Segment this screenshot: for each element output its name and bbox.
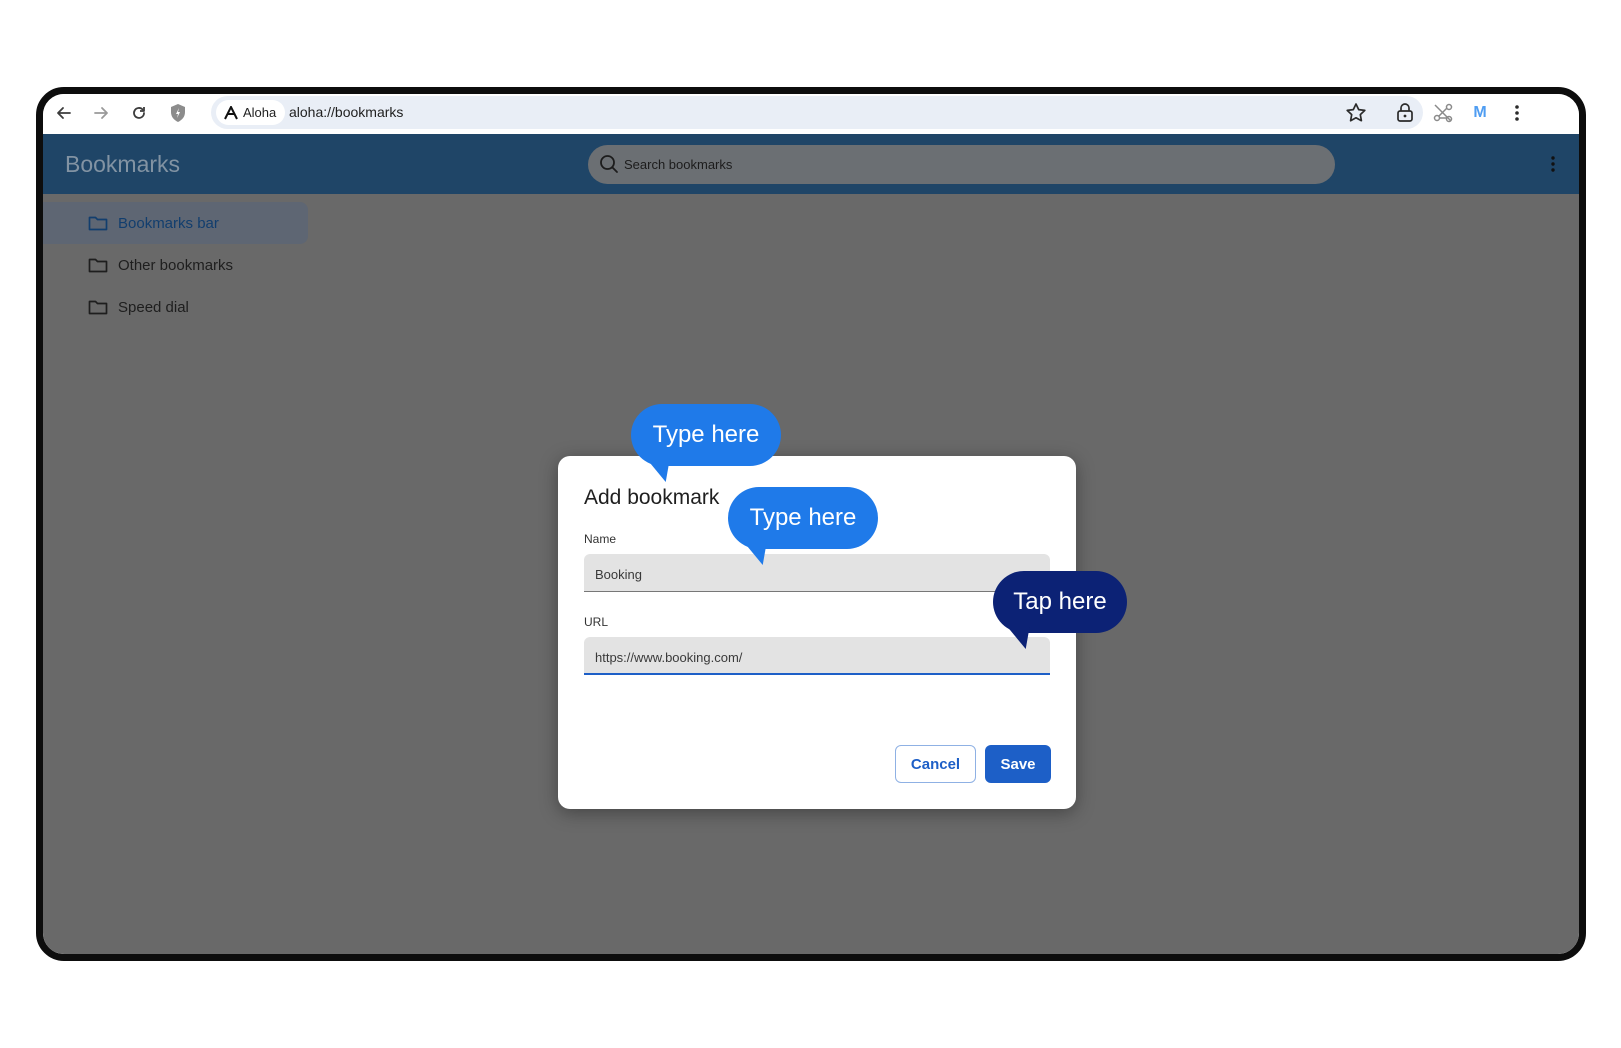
- url-field[interactable]: https://www.booking.com/: [584, 637, 1050, 675]
- url-label: URL: [584, 615, 609, 629]
- name-field[interactable]: Booking: [584, 554, 1050, 592]
- sidebar-item-label: Bookmarks bar: [118, 214, 219, 232]
- browser-toolbar: Aloha aloha://bookmarks M: [43, 94, 1579, 134]
- save-button[interactable]: Save: [985, 745, 1051, 783]
- callout-text: Type here: [749, 504, 857, 531]
- sidebar-item-label: Other bookmarks: [118, 256, 234, 274]
- folder-icon: [88, 300, 108, 315]
- aloha-logo-icon: [224, 105, 238, 119]
- profile-avatar[interactable]: M: [1467, 100, 1493, 126]
- site-chip-label: Aloha: [243, 105, 277, 120]
- search-icon: [600, 155, 618, 173]
- cancel-button[interactable]: Cancel: [895, 745, 976, 783]
- more-options-icon[interactable]: [1549, 154, 1557, 174]
- folder-icon: [88, 216, 108, 231]
- sidebar-item-label: Speed dial: [118, 298, 189, 316]
- app-header: Bookmarks Search bookmarks: [43, 134, 1579, 194]
- callout-name-field: Type here: [631, 404, 781, 482]
- callout-text: Tap here: [1013, 588, 1107, 615]
- back-icon[interactable]: [51, 100, 77, 126]
- folder-icon: [88, 258, 108, 273]
- sidebar-item-bookmarks-bar[interactable]: Bookmarks bar: [43, 202, 308, 244]
- callout-save-button: Tap here: [993, 571, 1127, 649]
- callout-url-field: Type here: [728, 487, 878, 565]
- address-bar[interactable]: Aloha aloha://bookmarks: [211, 96, 1423, 129]
- page-title: Bookmarks: [65, 151, 181, 177]
- site-info-chip[interactable]: Aloha: [216, 100, 286, 125]
- bookmark-star-icon[interactable]: [1343, 100, 1369, 126]
- dialog-title: Add bookmark: [584, 486, 720, 509]
- forward-icon[interactable]: [88, 100, 114, 126]
- share-disabled-icon[interactable]: [1430, 100, 1456, 126]
- sidebar-item-other-bookmarks[interactable]: Other bookmarks: [43, 244, 233, 286]
- url-text[interactable]: aloha://bookmarks: [289, 104, 403, 120]
- search-placeholder: Search bookmarks: [624, 157, 733, 172]
- lock-vpn-icon[interactable]: [1392, 100, 1418, 126]
- sidebar-item-speed-dial[interactable]: Speed dial: [43, 286, 189, 328]
- search-input[interactable]: Search bookmarks: [588, 145, 1335, 184]
- reload-icon[interactable]: [126, 100, 152, 126]
- browser-menu-icon[interactable]: [1504, 100, 1530, 126]
- callout-text: Type here: [652, 421, 760, 448]
- shield-icon[interactable]: [165, 100, 191, 126]
- name-label: Name: [584, 532, 617, 546]
